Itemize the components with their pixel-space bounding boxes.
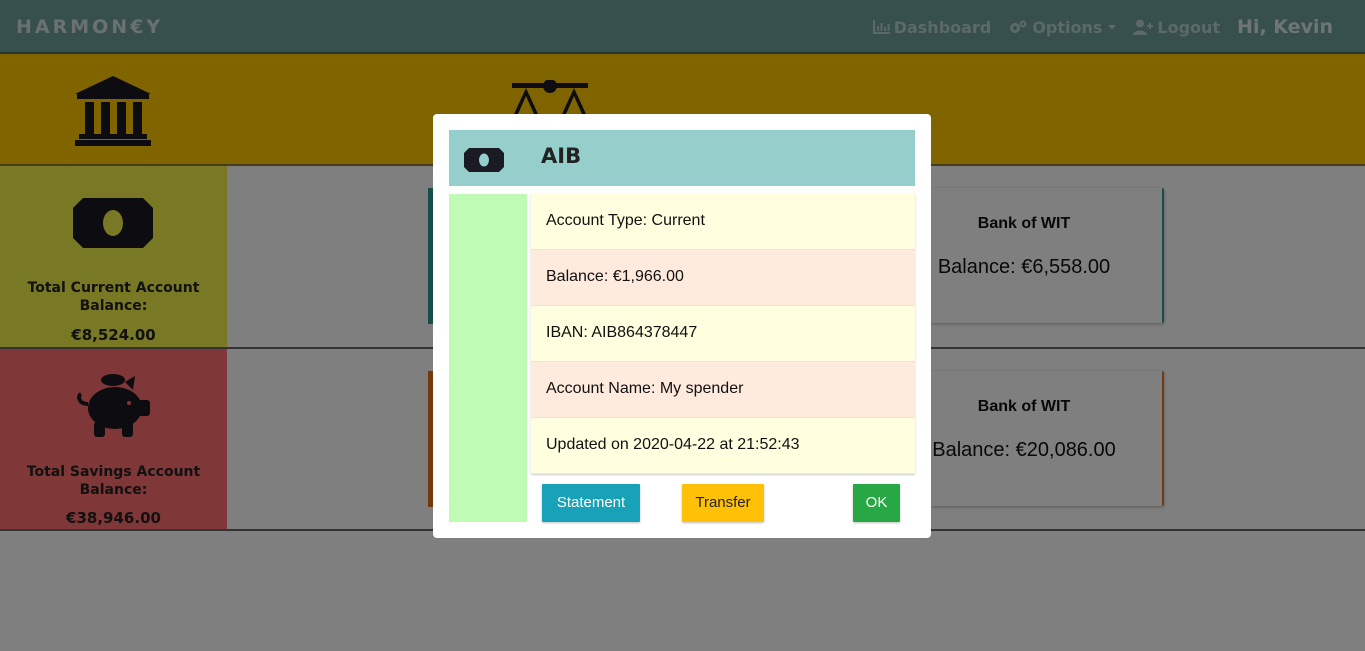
account-info-list: Account Type: Current Balance: €1,966.00… [531,194,915,474]
account-updated-row: Updated on 2020-04-22 at 21:52:43 [531,418,915,474]
money-bill-icon [464,148,504,172]
account-balance-row: Balance: €1,966.00 [531,250,915,306]
ok-button[interactable]: OK [853,484,900,522]
account-name-row: Account Name: My spender [531,362,915,418]
transfer-button[interactable]: Transfer [682,484,764,522]
statement-button[interactable]: Statement [542,484,640,522]
account-type-row: Account Type: Current [531,194,915,250]
modal-title: AIB [541,144,582,168]
modal-side-strip [449,194,527,522]
account-iban-row: IBAN: AIB864378447 [531,306,915,362]
account-details-modal: AIB Account Type: Current Balance: €1,96… [433,114,931,538]
modal-header: AIB [449,130,915,186]
